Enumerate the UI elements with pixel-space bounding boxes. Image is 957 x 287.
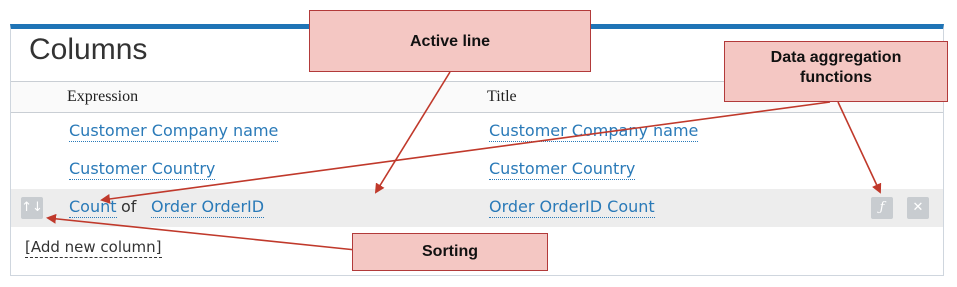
- sort-arrows-icon[interactable]: ↑↓: [21, 197, 43, 219]
- close-icon[interactable]: ✕: [907, 197, 929, 219]
- expression-link[interactable]: Customer Company name: [69, 121, 279, 142]
- table-row: Customer Company name Customer Company n…: [11, 113, 943, 151]
- callout-sorting: Sorting: [352, 233, 548, 271]
- table-row: Customer Country Customer Country: [11, 151, 943, 189]
- expression-link[interactable]: Order OrderID: [151, 197, 265, 218]
- callout-active-line: Active line: [309, 10, 591, 72]
- of-label: of: [121, 197, 137, 216]
- header-expression: Expression: [67, 88, 139, 105]
- aggregate-function-link[interactable]: Count: [69, 197, 117, 218]
- add-new-column-link[interactable]: [Add new column]: [25, 237, 162, 258]
- expression-link[interactable]: Customer Country: [69, 159, 216, 180]
- function-icon[interactable]: ƒ: [871, 197, 893, 219]
- callout-aggregation: Data aggregation functions: [724, 41, 948, 102]
- table-row-active: ↑↓ Count of Order OrderID Order OrderID …: [11, 189, 943, 227]
- title-link[interactable]: Customer Country: [489, 159, 636, 180]
- title-link[interactable]: Customer Company name: [489, 121, 699, 142]
- panel-title: Columns: [29, 33, 148, 66]
- title-link[interactable]: Order OrderID Count: [489, 197, 655, 218]
- header-title: Title: [487, 88, 517, 105]
